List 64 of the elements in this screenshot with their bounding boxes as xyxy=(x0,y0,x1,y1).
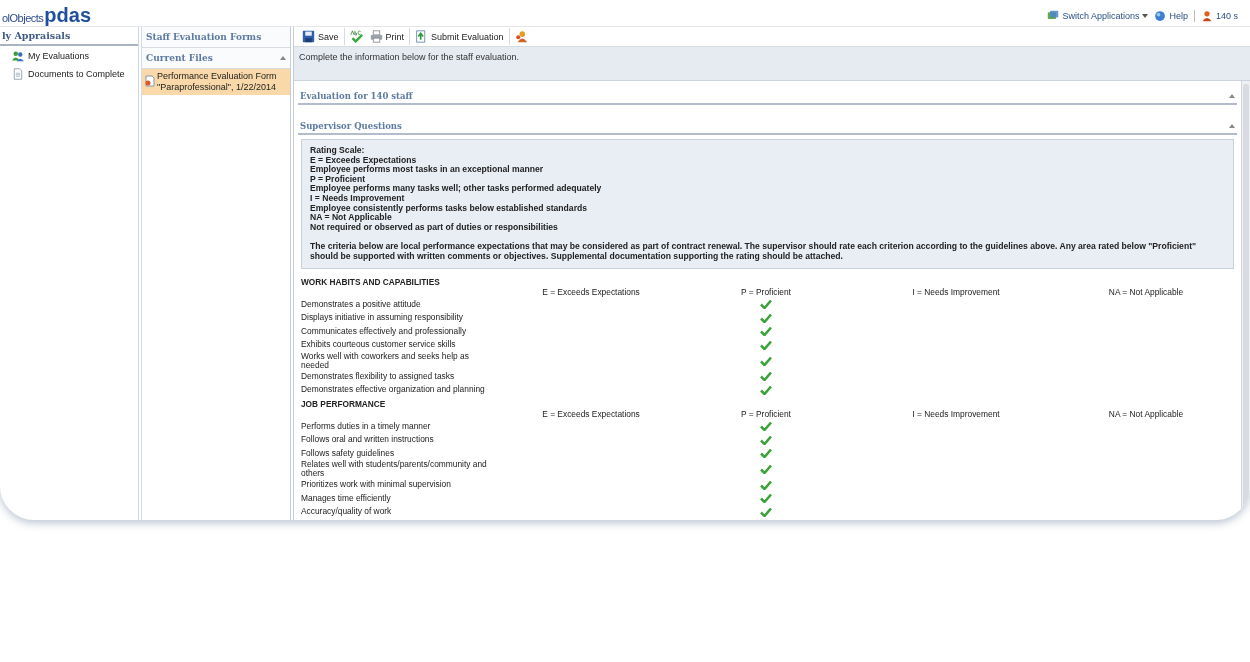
rating-scale-line: Employee consistently performs tasks below established standards xyxy=(310,203,588,214)
criterion-label: Communicates effectively and professionally xyxy=(301,326,468,336)
print-button[interactable]: Print xyxy=(364,28,411,45)
rating-scale-line: Employee performs most tasks in an exceptional manner xyxy=(310,165,545,175)
criteria-note: The criteria below are local performance expectations that may be considered as part of contract renewal. The supervisor should rate each criterion according to the guidelines above. Any area rated below "Proficient" should be supported with written comments or objectives. Supplemental documentation supporting the rating should be attached. xyxy=(310,242,1198,262)
spellcheck-icon xyxy=(349,30,363,43)
rating-scale-line: Not required or observed as part of duties or responsibilities xyxy=(310,222,559,233)
section-title: Current Files xyxy=(146,53,213,63)
rating-scale-line: E = Exceeds Expectations xyxy=(310,155,417,166)
group-title: WORK HABITS AND CAPABILITIES xyxy=(300,275,441,289)
column-header: E = Exceeds Expectations xyxy=(541,410,641,420)
criterion-label: Prioritizes work with minimal supervision xyxy=(301,480,452,490)
windows-icon xyxy=(1047,10,1060,22)
people-icon xyxy=(514,30,528,43)
rating-scale-line: Employee performs many tasks well; other tasks performed adequately xyxy=(310,184,603,194)
sidebar-item[interactable]: Documents to Complete xyxy=(0,64,138,82)
criterion-label: Demonstrates flexibility to assigned tasks xyxy=(301,371,456,381)
column-header: NA = Not Applicable xyxy=(1107,410,1185,420)
criterion-label: Exhibits courteous customer service skills xyxy=(301,340,457,350)
criterion-label: Displays initiative in assuming responsibility xyxy=(301,313,464,323)
submit-button[interactable]: Submit Evaluation xyxy=(410,28,510,45)
column-header: P = Proficient xyxy=(740,410,792,420)
help-link[interactable]: Help xyxy=(1154,10,1188,22)
criterion-label: Works well with coworkers and seeks help as needed xyxy=(301,351,470,370)
criterion-label: Follows safety guidelines xyxy=(301,448,396,458)
sidebar-title: ly Appraisals xyxy=(0,27,138,46)
collapse-icon[interactable] xyxy=(1229,124,1235,128)
document-icon xyxy=(145,75,155,87)
save-icon xyxy=(302,30,315,43)
collapse-icon[interactable] xyxy=(1229,94,1235,98)
section-title: Supervisor Questions xyxy=(300,121,402,131)
sidebar-item[interactable]: My Evaluations xyxy=(0,46,138,64)
rating-scale-line: I = Needs Improvement xyxy=(310,193,405,204)
criterion-label: Follows oral and written instructions xyxy=(301,435,435,445)
panel-title: Staff Evaluation Forms xyxy=(142,27,290,48)
criterion-label: Demonstrates a positive attitude xyxy=(301,299,422,309)
file-item[interactable]: Performance Evaluation Form "Paraprofessional", 1/22/2014 xyxy=(142,69,290,95)
group-title: JOB PERFORMANCE xyxy=(300,397,387,411)
user-menu[interactable]: 140 s xyxy=(1200,10,1238,22)
criterion-label: Demonstrates effective organization and planning xyxy=(301,385,486,395)
user-icon xyxy=(1200,10,1213,22)
logo-text: olObjects xyxy=(2,12,44,24)
document-icon xyxy=(12,68,24,80)
printer-icon xyxy=(369,30,383,43)
section-title: Evaluation for 140 staff xyxy=(300,91,413,101)
logo-wordmark: pdas xyxy=(44,6,92,24)
switch-applications-menu[interactable]: Switch Applications xyxy=(1047,10,1149,22)
rating-scale-line: NA = Not Applicable xyxy=(310,213,392,223)
rating-scale-line: P = Proficient xyxy=(310,174,365,184)
criterion-label: Relates well with students/parents/community and others xyxy=(301,460,488,479)
people-icon xyxy=(12,50,24,62)
save-button[interactable]: Save xyxy=(297,28,345,45)
column-header: NA = Not Applicable xyxy=(1107,288,1185,298)
collapse-icon[interactable] xyxy=(280,56,286,60)
criterion-label: Accuracy/quality of work xyxy=(301,507,393,517)
column-header: I = Needs Improvement xyxy=(911,288,1001,298)
criterion-label: Manages time efficiently xyxy=(301,493,392,503)
column-header: I = Needs Improvement xyxy=(911,410,1001,420)
column-header: P = Proficient xyxy=(740,288,792,298)
column-header: E = Exceeds Expectations xyxy=(541,288,641,298)
criterion-label: Performs duties in a timely manner xyxy=(301,421,432,431)
instructions-text: Complete the information below for the staff evaluation. xyxy=(294,47,1250,81)
help-icon xyxy=(1154,10,1167,22)
rating-scale-line: Rating Scale: xyxy=(310,146,366,156)
